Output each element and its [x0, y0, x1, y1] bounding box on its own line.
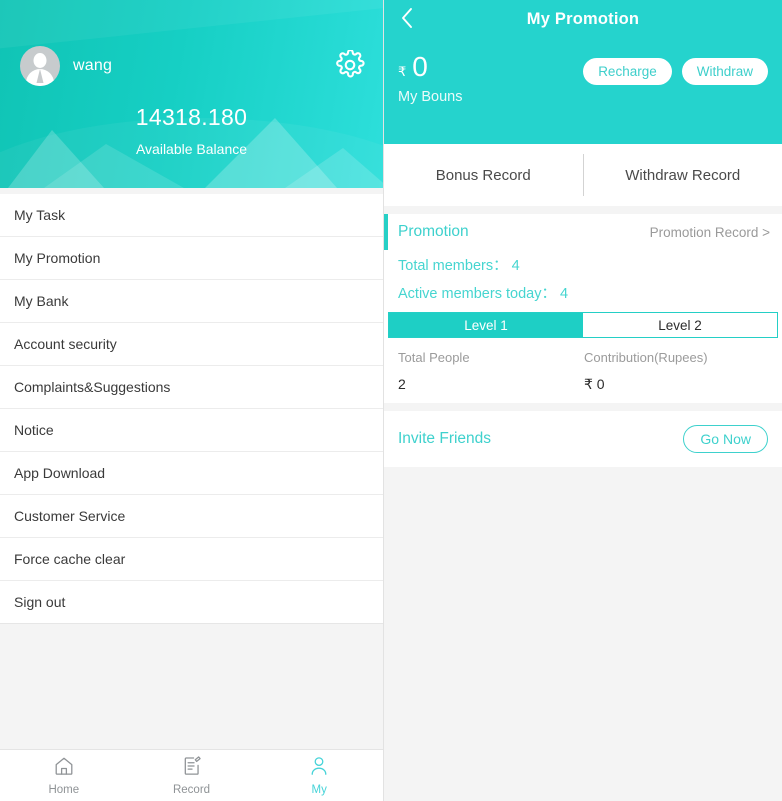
document-edit-icon	[181, 755, 203, 782]
bonus-amount: ₹ 0	[398, 52, 462, 82]
available-balance-label: Available Balance	[135, 141, 248, 157]
menu-item-complaints-suggestions[interactable]: Complaints&Suggestions	[0, 366, 383, 409]
rupee-symbol: ₹	[398, 64, 407, 79]
promotion-accent-bar	[384, 214, 388, 250]
menu-item-my-promotion[interactable]: My Promotion	[0, 237, 383, 280]
recharge-button[interactable]: Recharge	[583, 58, 672, 85]
column-header-contribution: Contribution(Rupees)	[584, 350, 708, 365]
promotion-card: Promotion Promotion Record > Total membe…	[384, 214, 782, 338]
promotion-title-row: My Promotion	[384, 0, 782, 38]
menu-item-app-download[interactable]: App Download	[0, 452, 383, 495]
bonus-value: 0	[412, 51, 428, 82]
menu-item-force-cache-clear[interactable]: Force cache clear	[0, 538, 383, 581]
promotion-table: Total People Contribution(Rupees) 2 ₹ 0	[384, 338, 782, 403]
level-tab-2[interactable]: Level 2	[583, 313, 777, 337]
home-icon	[53, 755, 75, 782]
header-diagonal-decoration	[0, 0, 383, 50]
bonus-info: ₹ 0 My Bouns	[398, 52, 463, 106]
menu-item-my-task[interactable]: My Task	[0, 194, 383, 237]
promotion-section-label: Promotion	[398, 223, 469, 240]
bonus-label: My Bouns	[398, 89, 463, 105]
column-header-total-people: Total People	[398, 350, 470, 365]
menu-item-sign-out[interactable]: Sign out	[0, 581, 383, 624]
page-title: My Promotion	[526, 9, 640, 28]
menu-item-my-bank[interactable]: My Bank	[0, 280, 383, 323]
nav-label-my: My	[311, 784, 327, 796]
tab-bonus-record[interactable]: Bonus Record	[384, 144, 583, 206]
nav-item-my[interactable]: My	[255, 750, 383, 801]
nav-item-record[interactable]: Record	[128, 750, 256, 801]
profile-panel: wang 14318.180 Available Balance My Task…	[0, 0, 384, 801]
header-actions: Recharge Withdraw	[583, 58, 768, 85]
menu-item-notice[interactable]: Notice	[0, 409, 383, 452]
tab-withdraw-record[interactable]: Withdraw Record	[584, 144, 782, 206]
cell-total-people: 2	[398, 376, 406, 392]
withdraw-button[interactable]: Withdraw	[681, 58, 768, 85]
invite-friends-label: Invite Friends	[398, 430, 492, 447]
table-header-row: Total People Contribution(Rupees)	[384, 350, 782, 365]
section-gap-2	[384, 403, 782, 411]
record-tabs: Bonus Record Withdraw Record	[384, 144, 782, 206]
available-balance-amount: 14318.180	[135, 104, 248, 130]
go-now-button[interactable]: Go Now	[683, 425, 768, 453]
person-icon	[308, 755, 330, 782]
menu-item-account-security[interactable]: Account security	[0, 323, 383, 366]
invite-friends-row: Invite Friends Go Now	[384, 411, 782, 467]
nav-item-home[interactable]: Home	[0, 750, 128, 801]
nav-label-home: Home	[48, 784, 80, 796]
table-row: 2 ₹ 0	[384, 376, 782, 393]
promotion-section-row: Promotion Promotion Record >	[384, 214, 782, 250]
bonus-row: ₹ 0 My Bouns Recharge Withdraw	[384, 52, 782, 105]
cell-contribution: ₹ 0	[584, 376, 605, 392]
app-root: wang 14318.180 Available Balance My Task…	[0, 0, 782, 801]
active-members-stat: Active members today： 4	[398, 285, 569, 302]
right-panel-filler	[384, 467, 782, 801]
user-avatar-icon	[20, 46, 60, 86]
nav-label-record: Record	[172, 784, 211, 796]
promotion-header: My Promotion ₹ 0 My Bouns Recharge Withd…	[384, 0, 782, 144]
user-row[interactable]: wang	[20, 46, 112, 86]
bottom-navigation: Home Record My	[0, 749, 383, 801]
username-label: wang	[73, 57, 113, 74]
menu-item-customer-service[interactable]: Customer Service	[0, 495, 383, 538]
level-tabs: Level 1 Level 2	[388, 312, 778, 338]
menu-bottom-filler	[0, 624, 383, 749]
promotion-panel: My Promotion ₹ 0 My Bouns Recharge Withd…	[384, 0, 782, 801]
section-gap-1	[384, 206, 782, 214]
promotion-record-link[interactable]: Promotion Record >	[650, 225, 770, 240]
menu-list: My Task My Promotion My Bank Account sec…	[0, 194, 383, 624]
gear-icon[interactable]	[335, 49, 365, 80]
profile-header: wang 14318.180 Available Balance	[0, 0, 383, 188]
level-tab-1[interactable]: Level 1	[389, 313, 583, 337]
total-members-stat: Total members： 4	[398, 257, 520, 274]
chevron-left-icon[interactable]	[394, 4, 420, 32]
